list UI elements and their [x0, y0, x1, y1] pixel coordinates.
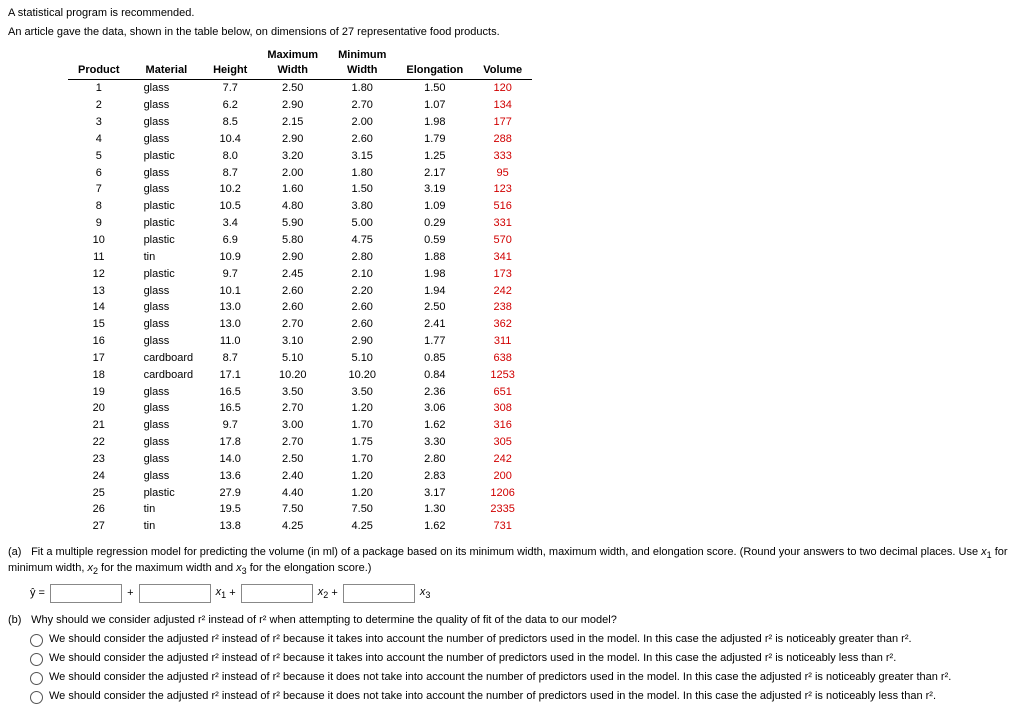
col-material: Material	[130, 46, 204, 80]
coef-x1-input[interactable]	[139, 584, 211, 603]
qb-label: (b)	[8, 613, 28, 628]
table-row: 14glass13.02.602.602.50238	[68, 299, 532, 316]
coef-x3-input[interactable]	[343, 584, 415, 603]
coef-x2-input[interactable]	[241, 584, 313, 603]
radio-icon	[30, 691, 43, 704]
table-row: 26tin19.57.507.501.302335	[68, 501, 532, 518]
col-elongation: Elongation	[396, 46, 473, 80]
table-row: 5plastic8.03.203.151.25333	[68, 148, 532, 165]
col-max-width: Maximum Width	[257, 46, 328, 80]
data-table: Product Material Height Maximum Width Mi…	[68, 46, 532, 535]
col-min-width: Minimum Width	[328, 46, 396, 80]
table-row: 22glass17.82.701.753.30305	[68, 434, 532, 451]
radio-icon	[30, 672, 43, 685]
qb-option-4-text: We should consider the adjusted r² inste…	[49, 689, 936, 704]
table-row: 13glass10.12.602.201.94242	[68, 283, 532, 300]
intro-line-1: A statistical program is recommended.	[8, 6, 1016, 21]
qa-label: (a)	[8, 545, 28, 560]
table-row: 16glass11.03.102.901.77311	[68, 333, 532, 350]
table-row: 25plastic27.94.401.203.171206	[68, 485, 532, 502]
qb-option-1[interactable]: We should consider the adjusted r² inste…	[30, 632, 1016, 647]
qb-text: Why should we consider adjusted r² inste…	[31, 614, 617, 626]
col-volume: Volume	[473, 46, 532, 80]
qb-option-4[interactable]: We should consider the adjusted r² inste…	[30, 689, 1016, 704]
table-row: 1glass7.72.501.801.50120	[68, 80, 532, 97]
qb-option-3-text: We should consider the adjusted r² inste…	[49, 670, 951, 685]
qb-option-3[interactable]: We should consider the adjusted r² inste…	[30, 670, 1016, 685]
table-row: 23glass14.02.501.702.80242	[68, 451, 532, 468]
qb-option-2-text: We should consider the adjusted r² inste…	[49, 651, 896, 666]
col-height: Height	[203, 46, 257, 80]
table-row: 3glass8.52.152.001.98177	[68, 114, 532, 131]
table-row: 24glass13.62.401.202.83200	[68, 468, 532, 485]
intro-line-2: An article gave the data, shown in the t…	[8, 25, 1016, 40]
table-row: 19glass16.53.503.502.36651	[68, 384, 532, 401]
table-row: 11tin10.92.902.801.88341	[68, 249, 532, 266]
table-row: 7glass10.21.601.503.19123	[68, 181, 532, 198]
radio-icon	[30, 653, 43, 666]
table-row: 17cardboard8.75.105.100.85638	[68, 350, 532, 367]
radio-icon	[30, 634, 43, 647]
y-hat: ŷ =	[30, 587, 45, 599]
table-row: 27tin13.84.254.251.62731	[68, 518, 532, 535]
regression-equation: ŷ = + x1 + x2 + x3	[30, 584, 1016, 603]
table-row: 18cardboard17.110.2010.200.841253	[68, 367, 532, 384]
table-row: 9plastic3.45.905.000.29331	[68, 215, 532, 232]
col-product: Product	[68, 46, 130, 80]
table-row: 15glass13.02.702.602.41362	[68, 316, 532, 333]
table-row: 12plastic9.72.452.101.98173	[68, 266, 532, 283]
table-row: 6glass8.72.001.802.1795	[68, 165, 532, 182]
qb-option-2[interactable]: We should consider the adjusted r² inste…	[30, 651, 1016, 666]
question-b: (b) Why should we consider adjusted r² i…	[8, 613, 1016, 628]
table-row: 2glass6.22.902.701.07134	[68, 97, 532, 114]
question-a: (a) Fit a multiple regression model for …	[8, 545, 1016, 578]
qa-text-1: Fit a multiple regression model for pred…	[31, 546, 981, 558]
qb-options: We should consider the adjusted r² inste…	[30, 632, 1016, 704]
qb-option-1-text: We should consider the adjusted r² inste…	[49, 632, 912, 647]
table-row: 21glass9.73.001.701.62316	[68, 417, 532, 434]
table-row: 4glass10.42.902.601.79288	[68, 131, 532, 148]
table-row: 10plastic6.95.804.750.59570	[68, 232, 532, 249]
table-row: 20glass16.52.701.203.06308	[68, 400, 532, 417]
intercept-input[interactable]	[50, 584, 122, 603]
table-row: 8plastic10.54.803.801.09516	[68, 198, 532, 215]
